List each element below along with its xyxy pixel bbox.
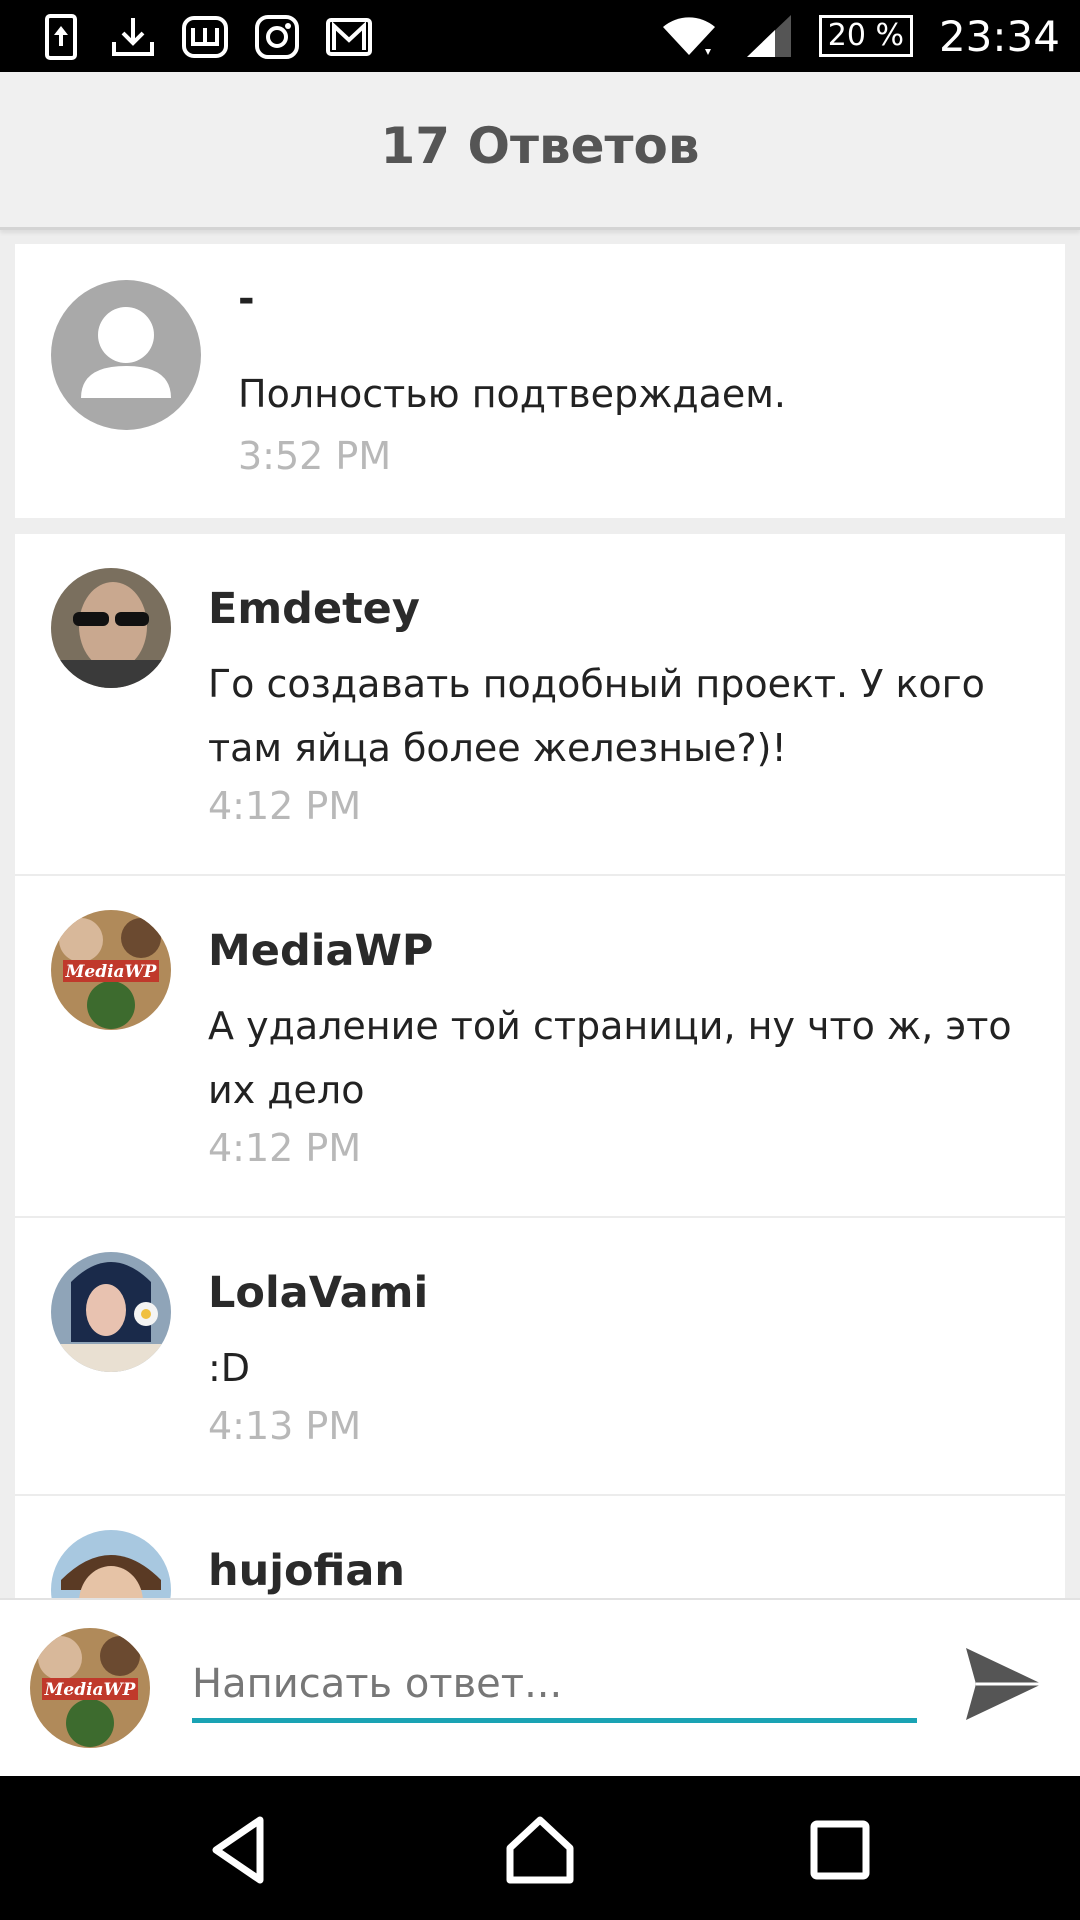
mediawp-avatar-icon: MediaWP	[30, 1628, 150, 1748]
avatar[interactable]	[51, 1530, 171, 1600]
reply-item: LolaVami :D 4:13 PM	[15, 1218, 1065, 1496]
reply-message: :D	[208, 1346, 251, 1390]
home-icon[interactable]	[500, 1810, 580, 1890]
back-icon[interactable]	[200, 1810, 280, 1890]
reply-author[interactable]: Emdetey	[208, 584, 420, 634]
post-message: Полностью подтверждаем.	[238, 372, 787, 416]
reply-author[interactable]: MediaWP	[208, 926, 433, 976]
post-time: 3:52 PM	[238, 434, 392, 478]
original-post: - Полностью подтверждаем. 3:52 PM	[15, 244, 1065, 518]
default-avatar[interactable]	[51, 280, 201, 430]
reply-message: А удаление той страници, ну что ж, это и…	[208, 1004, 1012, 1112]
svg-text:MediaWP: MediaWP	[44, 1680, 137, 1700]
app-header: 17 Ответов	[0, 72, 1080, 230]
avatar[interactable]	[51, 568, 171, 688]
reply-compose-bar: MediaWP	[0, 1598, 1080, 1778]
upload-notification-icon	[45, 14, 77, 60]
wifi-icon	[662, 17, 715, 56]
reply-item: hujofian	[15, 1496, 1065, 1600]
current-user-avatar: MediaWP	[30, 1628, 150, 1748]
reply-author[interactable]: hujofian	[208, 1546, 405, 1596]
reply-message: Го создавать подобный проект. У кого там…	[208, 662, 985, 770]
battery-indicator: 20 %	[818, 15, 913, 57]
reply-time: 4:12 PM	[208, 1126, 362, 1170]
instagram-notification-icon	[255, 15, 299, 59]
reply-item: MediaWP MediaWP А удаление той страници,…	[15, 876, 1065, 1218]
reply-author[interactable]: LolaVami	[208, 1268, 428, 1318]
reply-time: 4:12 PM	[208, 784, 362, 828]
reply-time: 4:13 PM	[208, 1404, 362, 1448]
avatar[interactable]: MediaWP	[51, 910, 171, 1030]
user-photo-icon	[51, 568, 171, 688]
status-bar: 20 % 23:34	[0, 0, 1080, 72]
status-clock: 23:34	[938, 11, 1060, 61]
system-navigation-bar	[0, 1776, 1080, 1920]
signal-icon	[746, 15, 791, 57]
download-notification-icon	[112, 18, 154, 56]
recent-apps-icon[interactable]	[800, 1810, 880, 1890]
replies-list[interactable]: Emdetey Го создавать подобный проект. У …	[15, 534, 1065, 1600]
mediawp-avatar-icon: MediaWP	[51, 910, 171, 1030]
svg-text:MediaWP: MediaWP	[65, 962, 158, 982]
battery-level: 20 %	[818, 15, 913, 57]
app-notification-icon	[182, 16, 228, 58]
reply-item: Emdetey Го создавать подобный проект. У …	[15, 534, 1065, 876]
gmail-notification-icon	[326, 18, 372, 56]
user-placeholder-icon	[81, 307, 171, 398]
avatar[interactable]	[51, 1252, 171, 1372]
page-title: 17 Ответов	[380, 117, 700, 175]
post-author[interactable]: -	[238, 276, 255, 322]
send-icon[interactable]	[962, 1642, 1046, 1726]
user-photo-icon	[51, 1252, 171, 1372]
reply-input[interactable]	[192, 1650, 917, 1723]
user-photo-icon	[51, 1530, 171, 1600]
